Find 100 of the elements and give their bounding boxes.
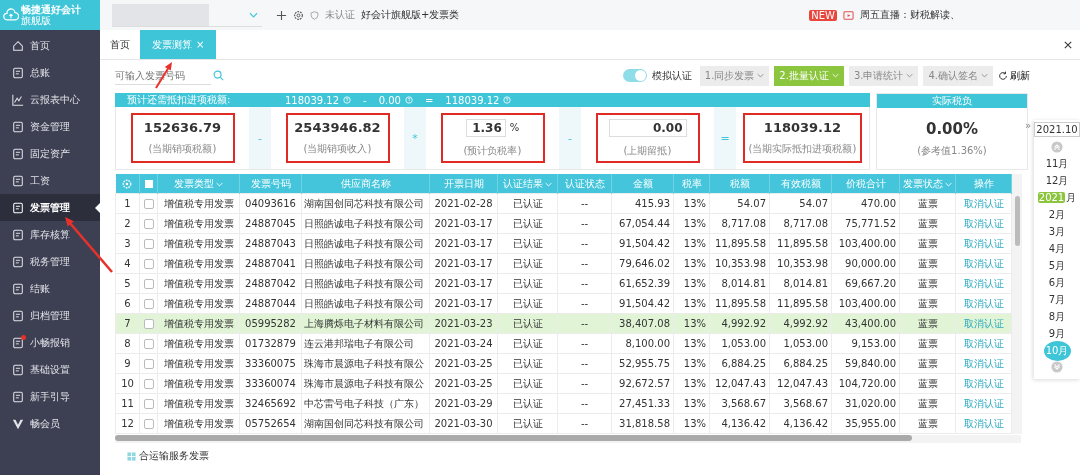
toggle-switch[interactable]	[622, 69, 647, 82]
settings-icon[interactable]	[293, 9, 304, 21]
table-row[interactable]: 7 增值税专用发票 05995282 上海腾烁电子材料有限公司 2021-03-23 已认证 -- 38,407.08 13% 4,992.92 4,992.92 43,400.00 蓝票 取消认证	[115, 313, 1012, 334]
row-checkbox[interactable]	[143, 259, 154, 269]
help-icon[interactable]	[343, 96, 352, 104]
table-cell: 2021-03-24	[429, 333, 498, 354]
formula-operator: =	[423, 94, 435, 106]
row-checkbox[interactable]	[143, 379, 154, 389]
document-icon	[12, 147, 24, 160]
sidebar-item[interactable]: 发票管理	[0, 194, 100, 221]
sidebar-item[interactable]: 库存核算	[0, 221, 100, 248]
table-cell: 已认证	[497, 373, 558, 394]
table-row[interactable]: 8 增值税专用发票 01732879 连云港邦瑞电子有限公司 2021-03-24 已认证 -- 8,100.00 13% 1,053.00 1,053.00 9,153.00 蓝票 取消认证	[115, 333, 1012, 354]
sidebar-item[interactable]: 归档管理	[0, 302, 100, 329]
month-item[interactable]: 5月	[1048, 258, 1066, 273]
row-checkbox[interactable]	[143, 279, 154, 289]
chevron-icon[interactable]	[945, 181, 952, 187]
plus-icon[interactable]	[276, 9, 287, 21]
live-notice[interactable]: 周五直播：财税解读、	[860, 8, 960, 22]
month-item[interactable]: 月	[1066, 190, 1077, 205]
table-cell: 湖南国创同芯科技有限公司	[301, 193, 430, 214]
sidebar-item[interactable]: 税务管理	[0, 248, 100, 275]
help-icon[interactable]	[404, 96, 413, 104]
row-checkbox[interactable]	[143, 199, 154, 209]
row-checkbox[interactable]	[143, 339, 154, 349]
table-row[interactable]: 9 增值税专用发票 33360075 珠海市晨源电子科技有限公 2021-03-25 已认证 -- 52,955.75 13% 6,884.25 6,884.25 59,840.00 蓝票 取消认证	[115, 353, 1012, 374]
month-item[interactable]: 11月	[1045, 156, 1069, 171]
company-select[interactable]	[112, 3, 262, 27]
tab[interactable]: 首页	[100, 30, 140, 59]
month-item[interactable]: 7月	[1048, 292, 1066, 307]
table-row[interactable]: 12 增值税专用发票 05752654 湖南国创同芯科技有限公司 2021-03-30 已认证 -- 31,818.58 13% 4,136.42 4,136.42 35,955.00 蓝票 取消认证	[115, 413, 1012, 434]
table-row[interactable]: 11 增值税专用发票 32465692 中芯雷号电子科技（广东） 2021-03-29 已认证 -- 27,451.33 13% 3,568.67 3,568.67 31,020.00 蓝票 取消认证	[115, 393, 1012, 414]
month-item[interactable]: 3月	[1048, 224, 1066, 239]
scroll-down-icon[interactable]	[1051, 361, 1063, 373]
table-cell: 10,353.98	[769, 253, 832, 274]
month-item[interactable]: 9月	[1048, 326, 1066, 341]
sidebar-item[interactable]: 新手引导	[0, 383, 100, 410]
month-item[interactable]: 12月	[1045, 173, 1069, 188]
table-cell: 珠海市晨源电子科技有限公	[301, 373, 430, 394]
table-cell: 增值税专用发票	[157, 333, 240, 354]
column-header: 价税合计	[831, 174, 900, 194]
amount-input[interactable]: 1.36	[465, 118, 506, 137]
document-icon	[12, 363, 24, 376]
row-checkbox[interactable]	[143, 319, 154, 329]
sidebar-item[interactable]: 总账	[0, 59, 100, 86]
table-cell: 69,667.20	[831, 273, 900, 294]
month-item[interactable]: 6月	[1048, 275, 1066, 290]
burden-caption: (参考值1.36%)	[917, 143, 987, 158]
sidebar-item[interactable]: 首页	[0, 32, 100, 59]
table-row[interactable]: 3 增值税专用发票 24887043 日照皓诚电子科技有限公司 2021-03-17 已认证 -- 91,504.42 13% 11,895.58 11,895.58 103,400.00 蓝票 取消认证	[115, 233, 1012, 254]
table-row[interactable]: 6 增值税专用发票 24887044 日照皓诚电子科技有限公司 2021-03-17 已认证 -- 91,504.42 13% 11,895.58 11,895.58 103,400.00 蓝票 取消认证	[115, 293, 1012, 314]
product-name: 好会计旗舰版+发票类	[361, 8, 460, 22]
table-cell: 79,646.02	[611, 253, 674, 274]
row-checkbox[interactable]	[143, 239, 154, 249]
amount-input[interactable]: 0.00	[608, 118, 687, 137]
table-cell: 日照皓诚电子科技有限公司	[301, 233, 430, 254]
row-number: 5	[115, 273, 140, 294]
table-cell: 已认证	[497, 273, 558, 294]
help-icon[interactable]	[503, 96, 512, 104]
amount-caption: (当期销项收入)	[303, 142, 372, 156]
sidebar-item[interactable]: 结账	[0, 275, 100, 302]
table-row[interactable]: 5 增值税专用发票 24887042 日照皓诚电子科技有限公司 2021-03-17 已认证 -- 61,652.39 13% 8,014.81 8,014.81 69,667.20 蓝票 取消认证	[115, 273, 1012, 294]
sidebar-item[interactable]: 固定资产	[0, 140, 100, 167]
chevron-icon[interactable]	[216, 181, 223, 187]
row-checkbox[interactable]	[143, 299, 154, 309]
scroll-up-icon[interactable]	[1051, 141, 1063, 153]
sidebar-item[interactable]: 工资	[0, 167, 100, 194]
sidebar-item[interactable]: 小畅报销	[0, 329, 100, 356]
table-row[interactable]: 1 增值税专用发票 04093616 湖南国创同芯科技有限公司 2021-02-28 已认证 -- 415.93 13% 54.07 54.07 470.00 蓝票 取消认证	[115, 193, 1012, 214]
table-row[interactable]: 2 增值税专用发票 24887045 日照皓诚电子科技有限公司 2021-03-17 已认证 -- 67,054.44 13% 8,717.08 8,717.08 75,771.52 蓝票 取消认证	[115, 213, 1012, 234]
table-row[interactable]: 4 增值税专用发票 24887041 日照皓诚电子科技有限公司 2021-03-17 已认证 -- 79,646.02 13% 10,353.98 10,353.98 90,000.00 蓝票 取消认证	[115, 253, 1012, 274]
row-checkbox[interactable]	[143, 419, 154, 429]
close-icon[interactable]	[1064, 40, 1072, 49]
search-icon[interactable]	[213, 70, 224, 81]
month-item[interactable]: 4月	[1048, 241, 1066, 256]
month-item[interactable]: 8月	[1048, 309, 1066, 324]
table-cell: 54.07	[709, 193, 770, 214]
table-cell: 3,568.67	[769, 393, 832, 414]
month-item[interactable]: 2月	[1048, 207, 1066, 222]
chevron-icon[interactable]	[545, 181, 552, 187]
refresh-button[interactable]: 刷新	[998, 68, 1030, 83]
table-cell: 已认证	[497, 353, 558, 374]
document-icon	[12, 120, 24, 133]
row-checkbox[interactable]	[143, 399, 154, 409]
row-checkbox[interactable]	[143, 219, 154, 229]
sidebar-item[interactable]: 资金管理	[0, 113, 100, 140]
document-icon	[12, 66, 24, 79]
table-cell: 11,895.58	[769, 233, 832, 254]
sidebar-item[interactable]: 基础设置	[0, 356, 100, 383]
table-cell: 增值税专用发票	[157, 233, 240, 254]
amount-caption: (当期销项税额)	[148, 142, 217, 156]
table-row[interactable]: 10 增值税专用发票 33360074 珠海市晨源电子科技有限公 2021-03-25 已认证 -- 92,672.57 13% 12,047.43 12,047.43 104,720.00 蓝票 取消认证	[115, 373, 1012, 394]
expand-toggle[interactable]: »	[1025, 120, 1032, 131]
select-all-checkbox[interactable]	[144, 179, 153, 188]
table-cell: 增值税专用发票	[157, 253, 240, 274]
row-checkbox[interactable]	[143, 359, 154, 369]
sidebar-item[interactable]: 云报表中心	[0, 86, 100, 113]
current-month: 2021.10	[1034, 122, 1080, 137]
table-cell: 35,955.00	[831, 413, 900, 434]
sidebar-item[interactable]: 畅会员	[0, 410, 100, 437]
